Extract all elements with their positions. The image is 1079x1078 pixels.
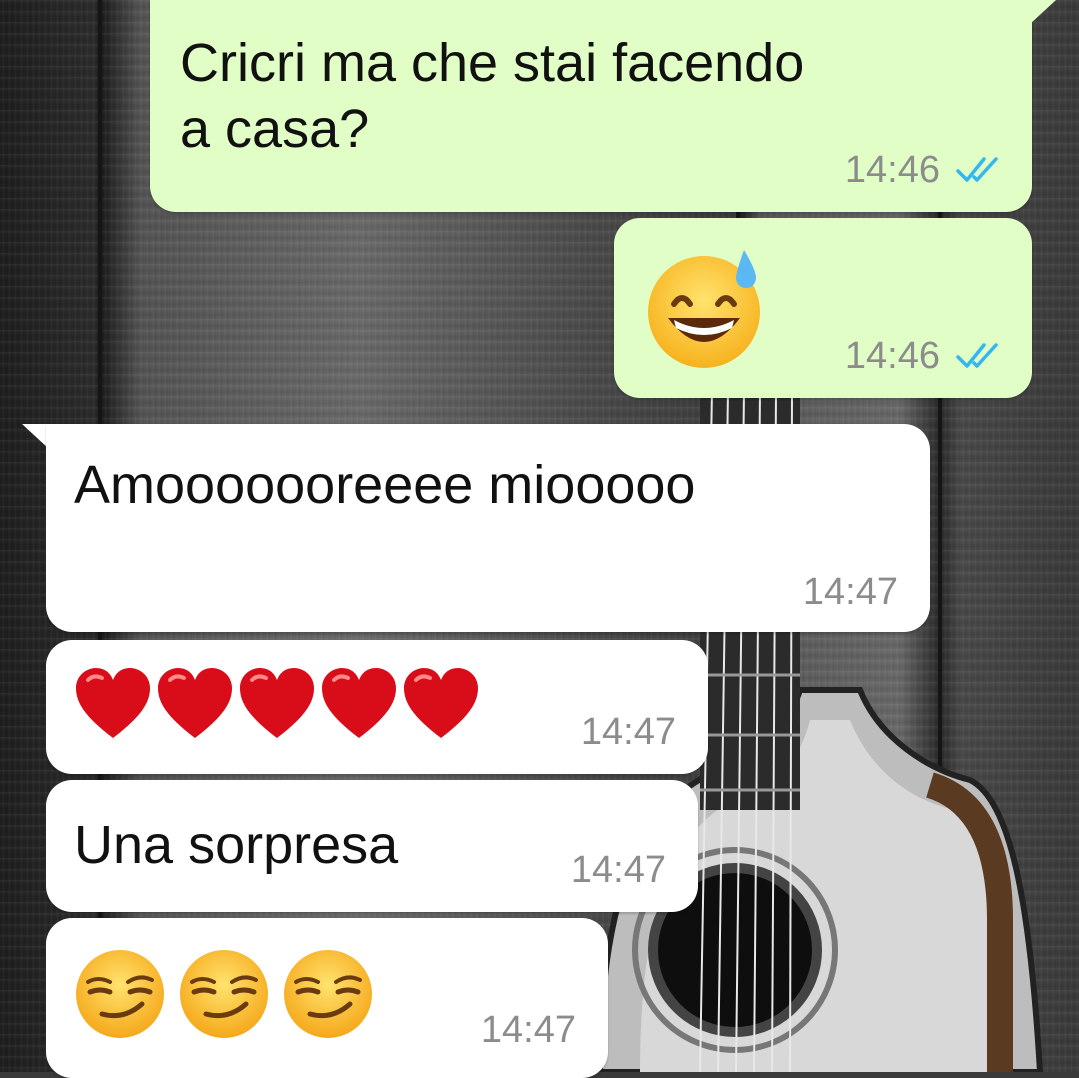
message-time: 14:47 [570, 849, 666, 891]
red-heart-emoji [404, 668, 478, 738]
incoming-message-bubble[interactable]: Una sorpresa 14:47 [46, 780, 698, 912]
smirking-face-emoji [180, 950, 268, 1038]
bubble-tail [1030, 0, 1056, 24]
incoming-message-bubble[interactable]: Amooooooreeee miooooo 14:47 [46, 424, 930, 632]
smirking-face-emoji [76, 950, 164, 1038]
red-heart-emoji [158, 668, 232, 738]
emoji-row [74, 666, 480, 744]
grinning-face-with-sweat-emoji [648, 250, 760, 368]
message-time: 14:47 [580, 711, 676, 753]
bubble-tail [22, 424, 48, 448]
message-text: Cricri ma che stai facendo a casa? [180, 33, 805, 159]
message-time: 14:46 [844, 335, 940, 377]
emoji-row [74, 948, 374, 1040]
message-meta: 14:47 [571, 850, 666, 890]
double-check-icon [954, 341, 1002, 371]
message-text: Una sorpresa [74, 815, 399, 875]
red-heart-emoji [322, 668, 396, 738]
incoming-message-bubble[interactable]: 14:47 [46, 918, 608, 1078]
message-time: 14:47 [802, 571, 898, 613]
message-time: 14:47 [480, 1009, 576, 1051]
message-meta: 14:47 [581, 712, 676, 752]
red-heart-emoji [240, 668, 314, 738]
message-meta: 14:47 [803, 572, 898, 612]
incoming-message-bubble[interactable]: 14:47 [46, 640, 708, 774]
smirking-face-emoji [284, 950, 372, 1038]
double-check-icon [954, 155, 1002, 185]
message-text: Amooooooreeee miooooo [74, 455, 696, 515]
red-heart-emoji [76, 668, 150, 738]
message-meta: 14:47 [481, 1010, 576, 1050]
message-meta: 14:46 [845, 150, 1002, 190]
message-time: 14:46 [844, 149, 940, 191]
message-meta: 14:46 [845, 336, 1002, 376]
outgoing-message-bubble[interactable]: Cricri ma che stai facendo a casa? 14:46 [150, 0, 1032, 212]
outgoing-message-bubble[interactable]: 14:46 [614, 218, 1032, 398]
